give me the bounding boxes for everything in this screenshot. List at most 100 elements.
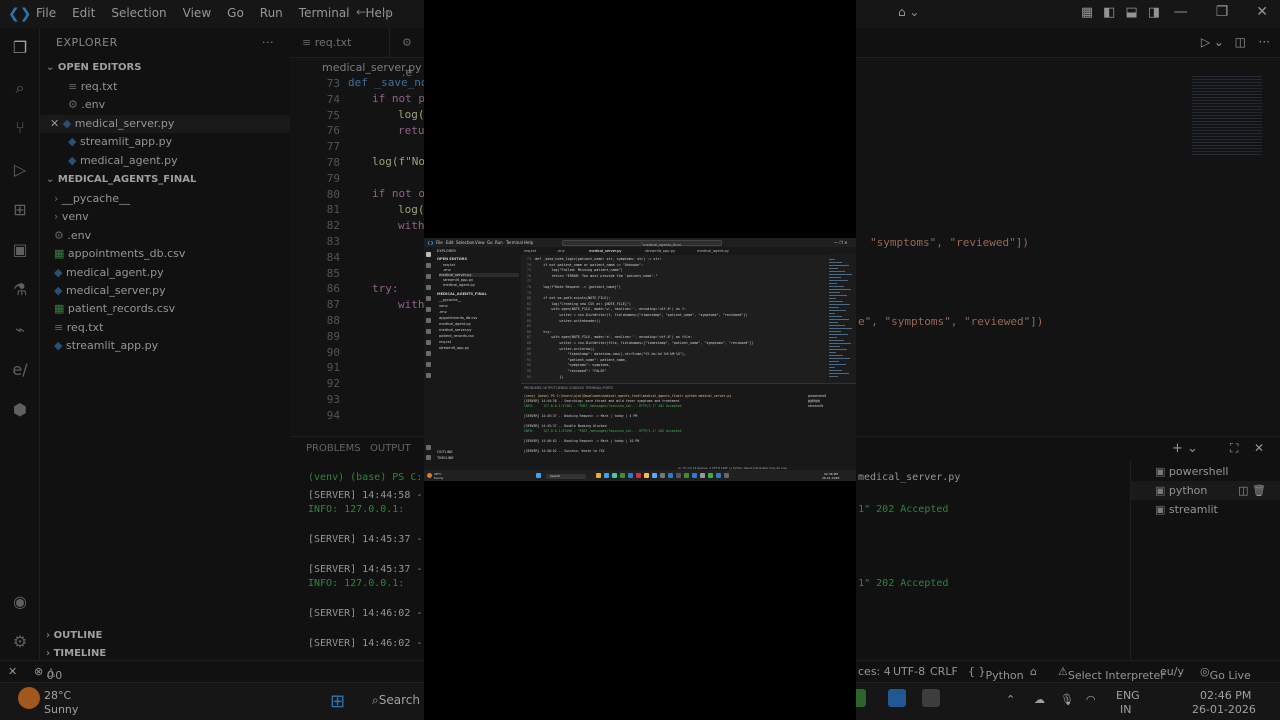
mini-code-line: writer = csv.DictWriter(file, fieldnames…: [535, 341, 754, 345]
mini-vscode-logo-icon: ❮❯: [427, 240, 434, 245]
mini-line-number: 76: [526, 273, 531, 278]
minimap-line: [829, 259, 835, 260]
minimap-line: [829, 337, 837, 338]
mini-code-line: "patient_name": patient_name,: [535, 357, 627, 362]
mini-terminal-line: INFO: 127.0.0.1:57481 - "POST /messages/…: [524, 404, 682, 408]
mini-code-line: if not os.path.exists(NOTE_FILE):: [535, 296, 611, 301]
mini-editor-tabs: req.txt .env medical_server.py streamlit…: [521, 247, 856, 255]
mini-line-number: 91: [526, 357, 531, 362]
mini-line-number: 74: [526, 262, 531, 267]
mini-terminal-line: [SERVER] 14:44:58 -- Searching: sore thr…: [524, 399, 680, 403]
minimap-line: [829, 346, 840, 347]
mini-line-number: 92: [526, 363, 531, 368]
minimap-line: [829, 313, 835, 314]
minimap-line: [829, 322, 838, 323]
mini-line-number: 84: [526, 318, 531, 323]
minimap-line: [829, 370, 842, 371]
mini-line-number: 85: [526, 324, 531, 329]
mini-line-number: 93: [526, 369, 531, 373]
minimap-line: [829, 334, 848, 335]
mini-line-number: 90: [526, 352, 531, 357]
mini-code-line: writer = csv.DictWriter(f, fieldnames=["…: [535, 313, 748, 317]
mini-menu-view: View: [475, 240, 485, 245]
mini-line-number: 79: [526, 290, 531, 295]
mini-line-number: 88: [526, 341, 531, 345]
mini-code-line: log("Failed: Missing patient_name"): [535, 268, 623, 273]
minimap-line: [829, 376, 838, 377]
mini-code-line: writer.writeheader(): [535, 318, 601, 323]
mini-menu-edit: Edit: [446, 240, 454, 245]
minimap-line: [829, 325, 845, 326]
mini-taskbar: 28°C Sunny Search 02:46 PM 26-01-2026: [424, 470, 856, 481]
minimap-line: [829, 298, 836, 299]
mini-code-line: "reviewed": "FALSE": [535, 369, 607, 373]
mini-line-number: 78: [526, 285, 531, 289]
mini-terminal-line: [SERVER] 14:45:37 -- Double Booking bloc…: [524, 424, 607, 428]
mini-code-line: log(f"Note Request -> {patient_name}"): [535, 285, 621, 289]
minimap-line: [829, 331, 841, 332]
mini-code-editor[interactable]: 73 def _save_note_logic(patient_name: str…: [521, 255, 826, 383]
minimap-line: [829, 286, 844, 287]
minimap-line: [829, 301, 843, 302]
minimap-line: [829, 349, 847, 350]
minimap-line: [829, 295, 847, 296]
mini-code-line: with open(NOTE_FILE, mode='a', newline='…: [535, 335, 693, 340]
mini-activity-bar: [424, 247, 433, 466]
mini-minimap: [826, 255, 856, 383]
mini-window-controls: — ❐ ✕: [834, 240, 848, 245]
mini-code-line: def _save_note_logic(patient_name: str, …: [535, 257, 662, 261]
minimap-line: [829, 307, 839, 308]
minimap-line: [829, 367, 835, 368]
mini-line-number: 77: [526, 279, 531, 284]
minimap-line: [829, 292, 840, 293]
mini-terminal-line: (venv) (base) PS C:\Users\ujal\Downloads…: [524, 394, 732, 398]
minimap-line: [829, 262, 842, 263]
mini-menu-terminal: Terminal: [506, 240, 523, 245]
minimap-line: [829, 364, 846, 365]
mini-code-line: try:: [535, 329, 552, 334]
mini-code-line: "symptoms": symptoms,: [535, 363, 611, 368]
mini-line-number: 86: [526, 329, 531, 334]
mini-explorer: EXPLORER OPEN EDITORS req.txt .env medic…: [433, 247, 521, 466]
mini-code-line: if not patient_name or patient_name == "…: [535, 262, 644, 267]
mini-code-line: return "ERROR: You must provide the 'pat…: [535, 273, 658, 278]
mini-code-line: writer.writerow({: [535, 346, 595, 351]
minimap-line: [829, 328, 852, 329]
minimap-line: [829, 265, 849, 266]
mini-line-number: 89: [526, 346, 531, 351]
mini-menu-run: Run: [495, 240, 503, 245]
mini-code-line: }): [535, 374, 564, 379]
mini-line-number: 80: [526, 296, 531, 301]
mini-panel: PROBLEMS OUTPUT DEBUG CONSOLE TERMINAL P…: [521, 383, 856, 466]
mini-line-number: 73: [526, 257, 531, 261]
mini-terminal-line: [SERVER] 14:45:37 -- Booking Request -> …: [524, 414, 638, 418]
minimap-line: [829, 310, 846, 311]
minimap-line: [829, 319, 849, 320]
minimap-line: [829, 316, 842, 317]
mini-menu-selection: Selection: [456, 240, 475, 245]
mini-menu-help: Help: [524, 240, 534, 245]
mini-line-number: 81: [526, 301, 531, 306]
minimap-line: [829, 277, 841, 278]
mini-menu-go: Go: [487, 240, 493, 245]
minimap-line: [829, 340, 844, 341]
mini-terminal-line: INFO: 127.0.0.1:57490 - "POST /messages/…: [524, 429, 682, 433]
minimap-line: [829, 283, 837, 284]
mini-vscode-screenshot: ❮❯ File Edit Selection View Go Run Termi…: [424, 238, 856, 481]
minimap-line: [829, 268, 838, 269]
minimap-line: [829, 289, 851, 290]
minimap-line: [829, 304, 850, 305]
mini-menu-file: File: [436, 240, 443, 245]
minimap-line: [829, 343, 851, 344]
minimap-line: [829, 355, 843, 356]
minimap-line: [829, 274, 852, 275]
mini-line-number: 83: [526, 313, 531, 317]
mini-line-number: 87: [526, 335, 531, 340]
mini-terminal-line: [SERVER] 14:46:02 -- Success: Wrote to C…: [524, 449, 605, 453]
mini-panel-tabs: PROBLEMS OUTPUT DEBUG CONSOLE TERMINAL P…: [524, 386, 613, 390]
mini-code-line: log("Creating new CSV at: {NOTE_FILE}"): [535, 301, 631, 306]
mini-search-box[interactable]: ⌕ medical_agents_final: [562, 239, 722, 247]
mini-title-bar: ❮❯ File Edit Selection View Go Run Termi…: [424, 238, 856, 247]
minimap-line: [829, 280, 848, 281]
minimap-line: [829, 352, 836, 353]
